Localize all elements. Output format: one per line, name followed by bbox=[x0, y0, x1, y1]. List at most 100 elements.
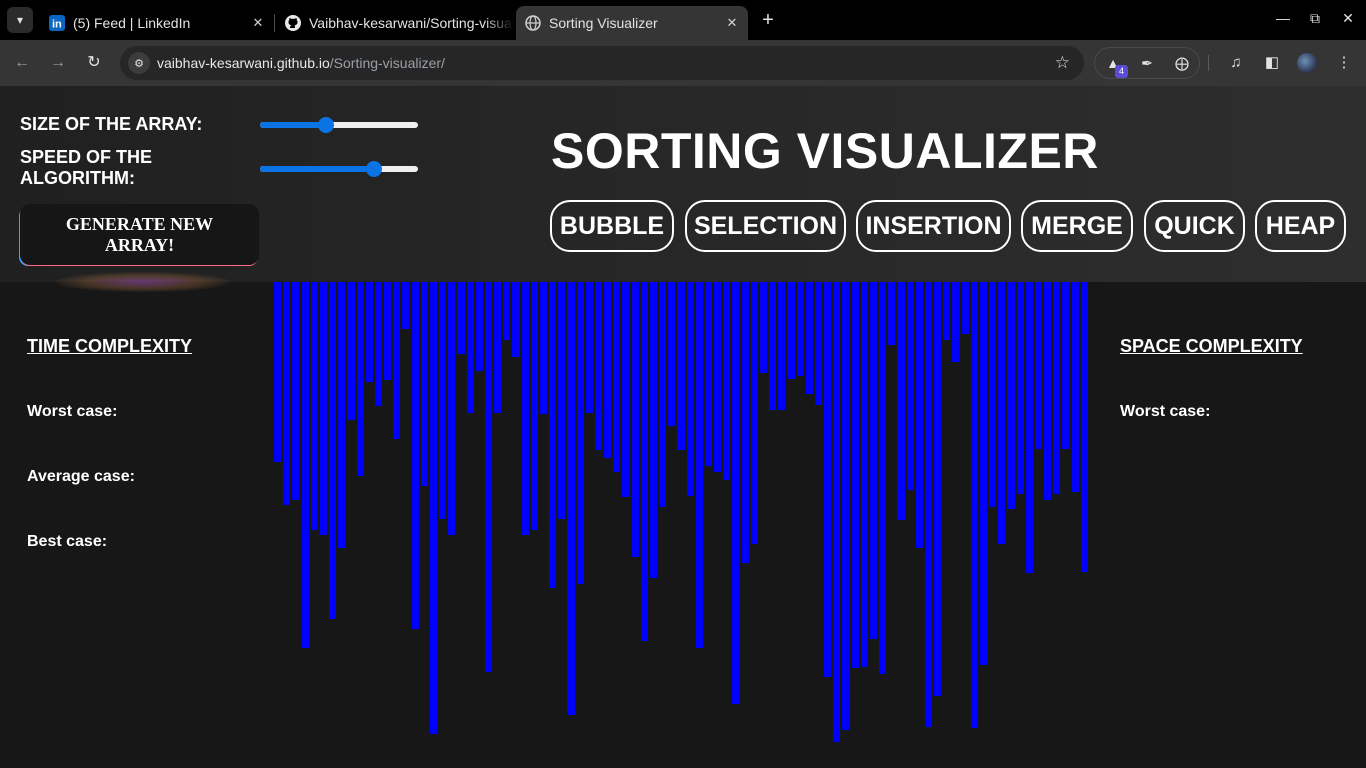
array-bar bbox=[769, 282, 777, 410]
slider-fill bbox=[260, 166, 374, 172]
array-bar bbox=[283, 282, 291, 505]
menu-kebab-icon[interactable]: ⋮ bbox=[1334, 53, 1354, 73]
array-bar bbox=[787, 282, 795, 379]
array-bar bbox=[979, 282, 988, 665]
array-bar bbox=[952, 282, 960, 362]
array-bar bbox=[961, 282, 969, 334]
time-average-case-label: Average case: bbox=[27, 468, 135, 485]
array-bar bbox=[805, 282, 813, 394]
array-bar bbox=[420, 282, 428, 486]
array-bar bbox=[851, 282, 859, 668]
address-bar[interactable]: ⚙ vaibhav-kesarwani.github.io/Sorting-vi… bbox=[120, 46, 1084, 80]
github-icon bbox=[285, 15, 301, 31]
close-icon[interactable]: ✕ bbox=[722, 15, 742, 31]
extension-hat-icon[interactable]: ▲ 4 bbox=[1103, 53, 1128, 78]
tab-title: (5) Feed | LinkedIn bbox=[73, 15, 191, 31]
page-content: SIZE OF THE ARRAY: SPEED OF THE ALGORITH… bbox=[0, 86, 1366, 768]
array-bar bbox=[530, 282, 538, 530]
tab-github[interactable]: Vaibhav-kesarwani/Sorting-visualizer bbox=[276, 6, 514, 40]
array-bar bbox=[310, 282, 318, 530]
url-text[interactable]: vaibhav-kesarwani.github.io/Sorting-visu… bbox=[157, 55, 445, 71]
generate-array-button[interactable]: GENERATE NEW ARRAY! bbox=[20, 204, 259, 265]
array-size-slider[interactable] bbox=[260, 117, 418, 133]
extensions-puzzle-icon[interactable]: ⨁ bbox=[1172, 53, 1192, 73]
array-bar bbox=[1034, 282, 1043, 449]
browser-toolbar: ← → ↻ ⚙ vaibhav-kesarwani.github.io/Sort… bbox=[0, 40, 1366, 86]
array-bar bbox=[448, 282, 456, 535]
forward-arrow-icon[interactable]: → bbox=[47, 52, 69, 74]
array-bar bbox=[558, 282, 566, 519]
extension-badge: 4 bbox=[1115, 65, 1128, 78]
array-bar bbox=[512, 282, 520, 357]
time-best-case-label: Best case: bbox=[27, 533, 108, 550]
array-bar bbox=[1071, 282, 1079, 492]
speed-slider[interactable] bbox=[260, 161, 418, 177]
insertion-sort-button[interactable]: INSERTION bbox=[856, 200, 1011, 252]
reload-icon[interactable]: ↻ bbox=[83, 52, 105, 74]
array-bars-container bbox=[274, 282, 1090, 742]
array-bar bbox=[622, 282, 630, 497]
merge-sort-button[interactable]: MERGE bbox=[1021, 200, 1133, 252]
array-bar bbox=[906, 282, 914, 490]
media-queue-icon[interactable]: ♫ bbox=[1226, 53, 1246, 73]
array-bar bbox=[750, 282, 758, 544]
tab-title: Vaibhav-kesarwani/Sorting-visualizer bbox=[309, 15, 514, 31]
back-arrow-icon[interactable]: ← bbox=[11, 52, 33, 74]
array-bar bbox=[659, 282, 667, 507]
array-bar bbox=[998, 282, 1006, 544]
array-bar bbox=[503, 282, 511, 340]
eyedropper-icon[interactable]: ✒ bbox=[1137, 53, 1157, 73]
svg-text:in: in bbox=[52, 19, 62, 31]
array-bar bbox=[484, 282, 493, 672]
bookmark-star-icon[interactable]: ☆ bbox=[1055, 53, 1070, 73]
tab-search-chevron-icon[interactable]: ▾ bbox=[7, 7, 33, 33]
array-bar bbox=[640, 282, 648, 641]
array-bar bbox=[879, 282, 887, 674]
array-bar bbox=[466, 282, 474, 413]
array-bar bbox=[576, 282, 584, 584]
array-bar bbox=[842, 282, 850, 730]
restore-icon[interactable]: ⧉ bbox=[1305, 10, 1325, 27]
array-bar bbox=[888, 282, 896, 345]
quick-sort-button[interactable]: QUICK bbox=[1144, 200, 1245, 252]
side-panel-icon[interactable]: ◧ bbox=[1262, 53, 1282, 73]
site-settings-icon[interactable]: ⚙ bbox=[128, 52, 150, 74]
array-bar bbox=[1062, 282, 1070, 449]
array-bar bbox=[631, 282, 639, 557]
array-bar bbox=[329, 282, 337, 619]
array-bar bbox=[1044, 282, 1052, 500]
page-header: SIZE OF THE ARRAY: SPEED OF THE ALGORITH… bbox=[0, 86, 1366, 282]
array-bar bbox=[319, 282, 327, 535]
close-window-icon[interactable]: ✕ bbox=[1338, 10, 1358, 27]
array-bar bbox=[778, 282, 786, 410]
slider-thumb[interactable] bbox=[365, 161, 382, 177]
toolbar-divider bbox=[1208, 55, 1209, 71]
array-bar bbox=[301, 282, 309, 648]
new-tab-plus-icon[interactable]: + bbox=[757, 9, 779, 31]
array-bar bbox=[1016, 282, 1024, 494]
minimize-icon[interactable]: — bbox=[1273, 10, 1293, 26]
url-domain: vaibhav-kesarwani.github.io bbox=[157, 55, 330, 71]
close-icon[interactable]: ✕ bbox=[248, 15, 268, 31]
array-bar bbox=[604, 282, 612, 458]
array-bar bbox=[1080, 282, 1088, 572]
array-bar bbox=[1053, 282, 1061, 494]
array-bar bbox=[860, 282, 868, 667]
profile-avatar[interactable] bbox=[1297, 53, 1317, 73]
speed-label: SPEED OF THE ALGORITHM: bbox=[20, 147, 153, 188]
heap-sort-button[interactable]: HEAP bbox=[1255, 200, 1346, 252]
array-bar bbox=[475, 282, 483, 371]
tab-divider bbox=[274, 14, 275, 32]
array-bar bbox=[613, 282, 621, 472]
array-bar bbox=[814, 282, 823, 405]
tab-sorting-visualizer[interactable]: Sorting Visualizer ✕ bbox=[516, 6, 748, 40]
array-bar bbox=[833, 282, 841, 742]
array-bar bbox=[686, 282, 694, 496]
array-bar bbox=[741, 282, 749, 563]
array-bar bbox=[365, 282, 373, 382]
tab-linkedin[interactable]: in (5) Feed | LinkedIn ✕ bbox=[40, 6, 274, 40]
bubble-sort-button[interactable]: BUBBLE bbox=[550, 200, 674, 252]
slider-thumb[interactable] bbox=[318, 117, 335, 133]
selection-sort-button[interactable]: SELECTION bbox=[685, 200, 846, 252]
array-bar bbox=[943, 282, 951, 340]
